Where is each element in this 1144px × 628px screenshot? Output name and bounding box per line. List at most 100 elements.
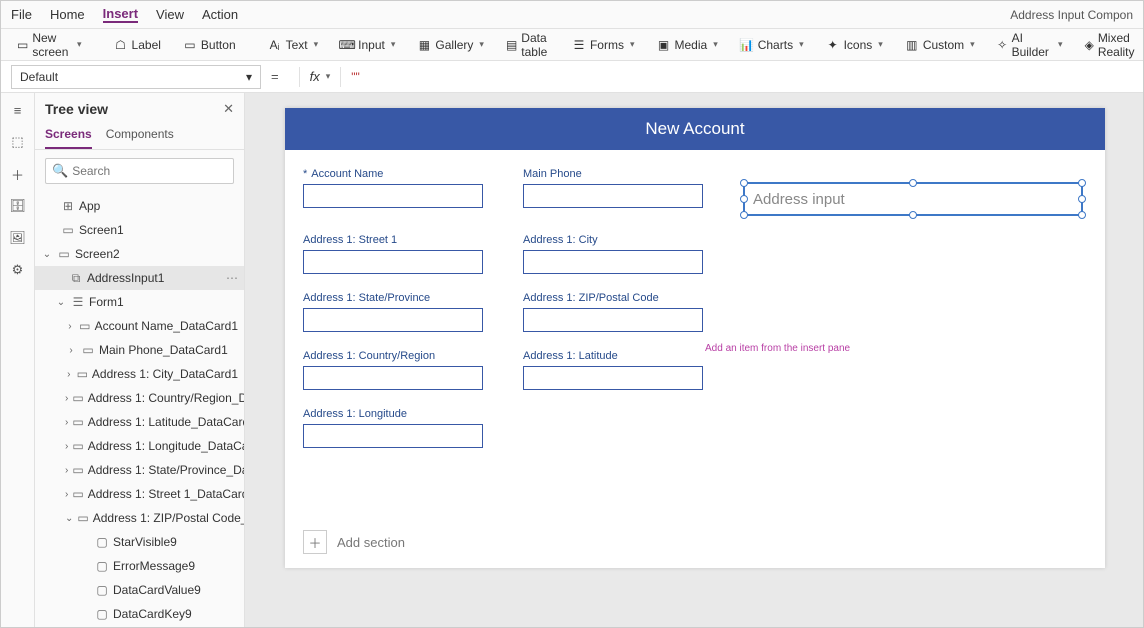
media-menu[interactable]: ▣Media▾ [649,34,726,56]
datatable-button[interactable]: ▤Data table [498,27,558,63]
text-icon: Aᵢ [268,38,282,52]
menu-insert[interactable]: Insert [103,6,138,23]
table-icon: ▤ [506,38,517,52]
settings-icon[interactable]: ⚙ [9,261,27,279]
field-main-phone[interactable]: Main Phone [523,168,723,216]
field-lon[interactable]: Address 1: Longitude [303,408,503,448]
formula-value[interactable]: "" [351,70,360,84]
control-icon: ▢ [95,607,109,621]
close-icon[interactable]: ✕ [223,101,234,117]
fx-label[interactable]: fx [310,69,320,84]
icons-menu[interactable]: ✦Icons▾ [818,34,891,56]
tree-search[interactable]: 🔍 [45,158,234,184]
card-icon: ▭ [72,439,83,453]
mr-menu[interactable]: ◈Mixed Reality▾ [1077,27,1144,63]
tree-icon[interactable]: ⬚ [9,133,27,151]
card-icon: ▭ [81,343,95,357]
control-icon: ▢ [95,535,109,549]
form-header: New Account [285,108,1105,150]
tree-title: Tree view [45,101,108,117]
tree-card-child[interactable]: ▢ErrorMessage9 [35,554,244,578]
screen-icon: ▭ [57,247,71,261]
ai-menu[interactable]: ✧AI Builder▾ [989,27,1071,63]
menu-view[interactable]: View [156,7,184,22]
tree-datacard[interactable]: ⌄▭Address 1: ZIP/Postal Code_DataCard [35,506,244,530]
field-lat[interactable]: Address 1: Latitude [523,350,723,390]
tree-form1[interactable]: ⌄☰Form1 [35,290,244,314]
field-city[interactable]: Address 1: City [523,234,723,274]
gallery-menu[interactable]: ▦Gallery▾ [409,34,492,56]
card-icon: ▭ [77,511,88,525]
field-country[interactable]: Address 1: Country/Region [303,350,503,390]
menu-file[interactable]: File [11,7,32,22]
search-input[interactable] [72,164,227,178]
text-menu[interactable]: AᵢText▾ [260,34,327,56]
data-icon[interactable]: 🗄 [9,197,27,215]
tree-datacard[interactable]: ›▭Account Name_DataCard1 [35,314,244,338]
custom-menu[interactable]: ▥Custom▾ [897,34,983,56]
app-icon: ⊞ [61,199,75,213]
tree-screen2[interactable]: ⌄▭Screen2 [35,242,244,266]
tree-card-child[interactable]: ▢StarVisible9 [35,530,244,554]
tree-app[interactable]: ⊞App [35,194,244,218]
property-bar: Default▾ = fx▾ "" [1,61,1143,93]
input-menu[interactable]: ⌨Input▾ [332,34,403,56]
charts-menu[interactable]: 📊Charts▾ [732,34,812,56]
menubar: File Home Insert View Action Address Inp… [1,1,1143,29]
menu-home[interactable]: Home [50,7,85,22]
tree-view-pane: Tree view ✕ Screens Components 🔍 ⊞App ▭S… [35,93,245,627]
screen-icon: ▭ [17,38,28,52]
hamburger-icon[interactable]: ≡ [9,101,27,119]
tree-datacard[interactable]: ›▭Address 1: State/Province_DataCard1 [35,458,244,482]
tree-canvas1[interactable]: ⌄?Canvas1 [35,626,244,627]
field-zip[interactable]: Address 1: ZIP/Postal Code [523,292,723,332]
property-select[interactable]: Default▾ [11,65,261,89]
custom-icon: ▥ [905,38,919,52]
tree-datacard[interactable]: ›▭Address 1: Country/Region_DataCard [35,386,244,410]
tree-screen1[interactable]: ▭Screen1 [35,218,244,242]
plus-icon[interactable]: ＋ [9,165,27,183]
tree-addressinput1[interactable]: ⧉AddressInput1⋯ [35,266,244,290]
button-button[interactable]: ▭Button [175,34,244,56]
card-icon: ▭ [72,415,83,429]
field-street[interactable]: Address 1: Street 1 [303,234,503,274]
tree-card-child[interactable]: ▢DataCardKey9 [35,602,244,626]
input-icon: ⌨ [340,38,354,52]
card-icon: ▭ [72,463,83,477]
card-icon: ▭ [79,319,91,333]
field-account-name[interactable]: *Account Name [303,168,503,216]
left-rail: ≡ ⬚ ＋ 🗄 🖼 ⚙ [1,93,35,627]
address-input-component[interactable]: Address input [743,182,1083,216]
label-button[interactable]: ☖Label [106,34,169,56]
menu-action[interactable]: Action [202,7,238,22]
tree-datacard[interactable]: ›▭Address 1: Street 1_DataCard1 [35,482,244,506]
tree-datacard[interactable]: ›▭Address 1: Longitude_DataCard1 [35,434,244,458]
media-rail-icon[interactable]: 🖼 [9,229,27,247]
button-icon: ▭ [183,38,197,52]
form-icon: ☰ [71,295,85,309]
card-icon: ▭ [72,487,83,501]
control-icon: ▢ [95,583,109,597]
canvas[interactable]: New Account *Account Name Main Phone Add… [245,93,1143,627]
tree-datacard[interactable]: ›▭Address 1: Latitude_DataCard1 [35,410,244,434]
tree-datacard[interactable]: ›▭Address 1: City_DataCard1 [35,362,244,386]
app-screen[interactable]: New Account *Account Name Main Phone Add… [285,108,1105,568]
screen-icon: ▭ [61,223,75,237]
tree-card-child[interactable]: ▢DataCardValue9 [35,578,244,602]
insert-hint: Add an item from the insert pane [705,343,850,354]
app-title: Address Input Compon [1010,8,1133,22]
equals: = [271,69,279,84]
tree-datacard[interactable]: ›▭Main Phone_DataCard1 [35,338,244,362]
chart-icon: 📊 [740,38,754,52]
tab-components[interactable]: Components [106,121,174,149]
form-icon: ☰ [572,38,586,52]
field-state[interactable]: Address 1: State/Province [303,292,503,332]
forms-menu[interactable]: ☰Forms▾ [564,34,643,56]
new-screen-button[interactable]: ▭New screen▾ [9,27,90,63]
ai-icon: ✧ [997,38,1008,52]
gallery-icon: ▦ [417,38,431,52]
label-icon: ☖ [114,38,128,52]
tab-screens[interactable]: Screens [45,121,92,149]
more-icon[interactable]: ⋯ [226,271,238,285]
add-section[interactable]: ＋ Add section [303,530,405,554]
